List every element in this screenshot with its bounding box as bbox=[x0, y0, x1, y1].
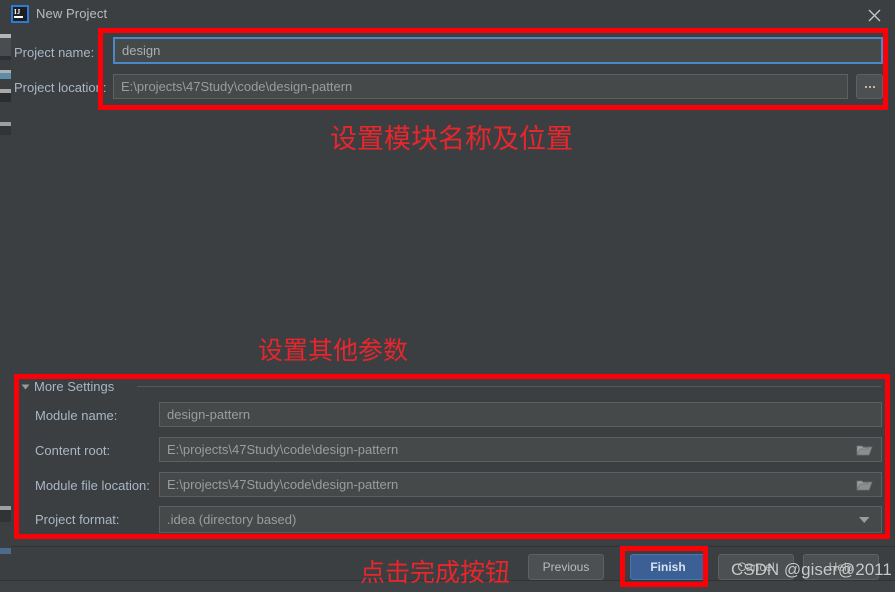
finish-button[interactable]: Finish bbox=[630, 554, 706, 580]
chevron-down-icon[interactable] bbox=[854, 513, 874, 527]
content-root-label: Content root: bbox=[35, 443, 111, 458]
project-location-value: E:\projects\47Study\code\design-pattern bbox=[121, 79, 353, 94]
more-settings-group-header[interactable]: More Settings bbox=[21, 379, 115, 394]
finish-button-label: Finish bbox=[650, 560, 686, 574]
module-name-input[interactable]: design-pattern bbox=[159, 402, 882, 427]
project-location-label: Project location: bbox=[14, 80, 107, 95]
previous-button-label: Previous bbox=[542, 560, 590, 574]
triangle-down-icon bbox=[21, 384, 30, 389]
annotation-text-middle: 设置其他参数 bbox=[258, 336, 409, 365]
content-root-input[interactable]: E:\projects\47Study\code\design-pattern bbox=[159, 437, 882, 462]
previous-button[interactable]: Previous bbox=[528, 554, 604, 580]
content-root-value: E:\projects\47Study\code\design-pattern bbox=[167, 442, 399, 457]
module-file-location-value: E:\projects\47Study\code\design-pattern bbox=[167, 477, 399, 492]
ellipsis-browse-icon bbox=[864, 85, 875, 88]
project-format-label: Project format: bbox=[35, 512, 120, 527]
project-location-input[interactable]: E:\projects\47Study\code\design-pattern bbox=[113, 74, 848, 99]
module-file-location-label: Module file location: bbox=[35, 478, 150, 493]
module-name-label: Module name: bbox=[35, 408, 118, 423]
module-file-location-folder-icon[interactable] bbox=[854, 477, 874, 493]
screenshot-root: IJ New Project Project name: design Proj… bbox=[0, 0, 895, 592]
background-window-strip bbox=[0, 0, 11, 592]
module-file-location-input[interactable]: E:\projects\47Study\code\design-pattern bbox=[159, 472, 882, 497]
project-name-input[interactable]: design bbox=[113, 37, 883, 64]
csdn-watermark: CSDN @giser@2011 bbox=[731, 560, 892, 579]
more-settings-label: More Settings bbox=[34, 379, 115, 394]
project-location-browse-button[interactable] bbox=[856, 74, 883, 99]
close-icon[interactable] bbox=[861, 4, 887, 26]
new-project-dialog: IJ New Project Project name: design Proj… bbox=[11, 0, 895, 580]
intellij-idea-icon: IJ bbox=[11, 5, 29, 23]
dialog-titlebar: IJ New Project bbox=[11, 0, 895, 29]
dialog-title: New Project bbox=[36, 6, 108, 21]
project-format-select[interactable]: .idea (directory based) bbox=[159, 506, 882, 533]
annotation-text-bottom: 点击完成按钮 bbox=[360, 558, 511, 587]
content-root-folder-icon[interactable] bbox=[854, 442, 874, 458]
project-name-value: design bbox=[122, 43, 161, 58]
module-name-value: design-pattern bbox=[167, 407, 251, 422]
svg-text:IJ: IJ bbox=[14, 8, 21, 16]
project-format-value: .idea (directory based) bbox=[167, 512, 297, 527]
group-divider-line bbox=[137, 386, 881, 387]
annotation-text-top: 设置模块名称及位置 bbox=[330, 124, 573, 155]
project-name-label: Project name: bbox=[14, 45, 95, 60]
bottom-divider bbox=[11, 546, 895, 547]
